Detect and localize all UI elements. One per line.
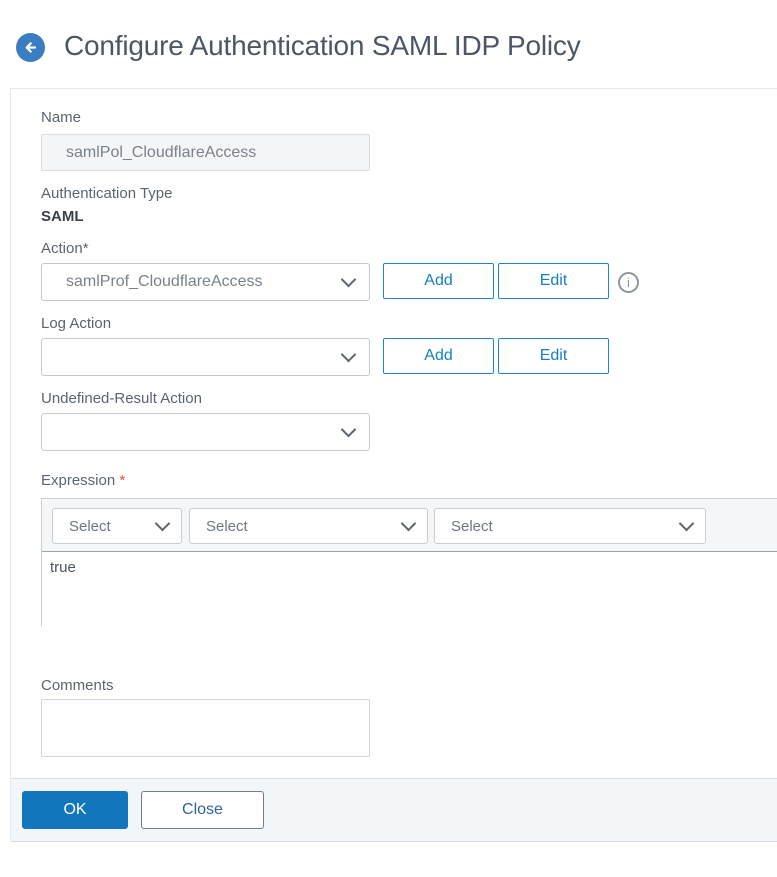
form-panel: Name Authentication Type SAML Action* sa… (10, 88, 777, 842)
expression-select-3[interactable]: Select (434, 508, 706, 544)
ok-button[interactable]: OK (22, 791, 128, 829)
expression-input[interactable]: true (42, 552, 777, 626)
close-button[interactable]: Close (141, 791, 264, 829)
expression-editor: Select Select Select true (41, 498, 777, 626)
action-select[interactable]: samlProf_CloudflareAccess (41, 263, 370, 301)
action-label: Action* (41, 240, 89, 257)
authentication-type-label: Authentication Type (41, 185, 173, 202)
undefined-result-action-label: Undefined-Result Action (41, 390, 202, 407)
chevron-down-icon (340, 346, 357, 363)
chevron-down-icon (400, 515, 417, 532)
page-title: Configure Authentication SAML IDP Policy (64, 30, 581, 61)
expression-label: Expression * (41, 472, 126, 489)
chevron-down-icon (340, 421, 357, 438)
page-header: Configure Authentication SAML IDP Policy (0, 0, 777, 88)
comments-input[interactable] (41, 699, 370, 757)
expression-select-1-placeholder: Select (69, 517, 111, 535)
required-asterisk: * (119, 472, 126, 489)
form-footer: OK Close (11, 778, 777, 842)
back-button[interactable] (16, 33, 45, 62)
chevron-down-icon (154, 515, 171, 532)
chevron-down-icon (678, 515, 695, 532)
name-label: Name (41, 109, 82, 126)
expression-select-3-placeholder: Select (451, 517, 493, 535)
chevron-down-icon (340, 271, 357, 288)
expression-select-2-placeholder: Select (206, 517, 248, 535)
log-action-add-button[interactable]: Add (383, 338, 494, 374)
expression-select-2[interactable]: Select (189, 508, 428, 544)
action-add-button[interactable]: Add (383, 263, 494, 299)
authentication-type-value: SAML (41, 208, 84, 225)
arrow-left-icon (22, 39, 39, 56)
action-edit-button[interactable]: Edit (498, 263, 609, 299)
undefined-result-action-select[interactable] (41, 413, 370, 451)
action-select-value: samlProf_CloudflareAccess (66, 273, 263, 290)
expression-select-1[interactable]: Select (52, 508, 182, 544)
configure-saml-idp-policy-page: Configure Authentication SAML IDP Policy… (0, 0, 777, 877)
log-action-edit-button[interactable]: Edit (498, 338, 609, 374)
log-action-label: Log Action (41, 315, 112, 332)
name-input[interactable] (41, 134, 370, 171)
info-icon[interactable]: i (618, 272, 639, 293)
expression-toolbar: Select Select Select (42, 499, 777, 552)
comments-label: Comments (41, 677, 114, 694)
log-action-select[interactable] (41, 338, 370, 376)
